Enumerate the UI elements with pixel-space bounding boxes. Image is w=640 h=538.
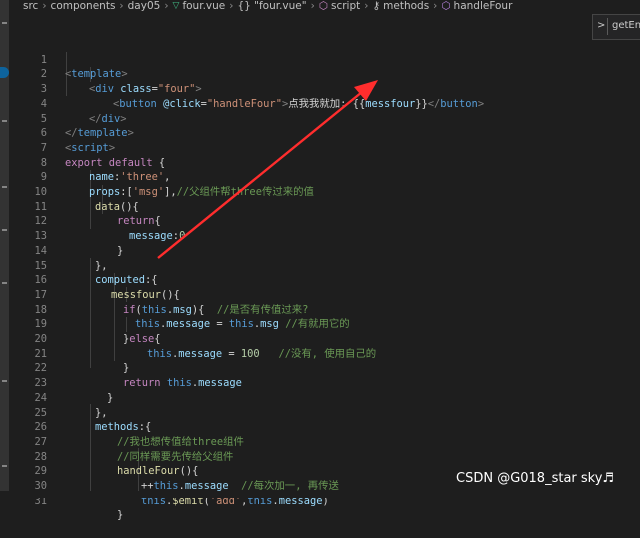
status-bar <box>0 491 640 498</box>
token: } <box>117 509 124 522</box>
watermark: CSDN @G018_star sky♬ <box>456 471 615 486</box>
annotation-arrow <box>157 80 378 259</box>
arrow-line <box>157 91 363 259</box>
arrow-head-icon <box>354 80 378 101</box>
